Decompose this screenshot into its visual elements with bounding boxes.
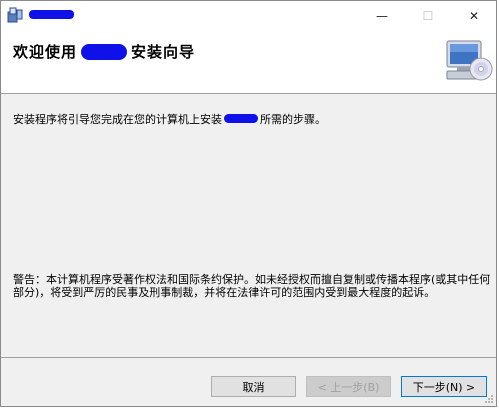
close-icon: ✕ bbox=[468, 9, 480, 23]
intro-prefix: 安装程序将引导您完成在您的计算机上安装 bbox=[13, 113, 222, 126]
product-name-redacted bbox=[81, 44, 128, 60]
title-bar[interactable]: — ☐ ✕ bbox=[1, 1, 496, 31]
wizard-title-prefix: 欢迎使用 bbox=[13, 43, 78, 61]
window-title-redacted bbox=[29, 10, 74, 19]
intro-suffix: 所需的步骤。 bbox=[260, 113, 326, 126]
intro-product-redacted bbox=[224, 114, 258, 123]
copyright-warning: 警告：本计算机程序受著作权法和国际条约保护。如未经授权而擅自复制或传播本程序(或… bbox=[13, 273, 491, 299]
installer-app-icon bbox=[7, 7, 23, 23]
minimize-icon: — bbox=[376, 9, 388, 23]
close-button[interactable]: ✕ bbox=[451, 1, 496, 31]
wizard-title: 欢迎使用 安装向导 bbox=[13, 41, 195, 62]
back-button: < 上一步(B) bbox=[306, 376, 391, 397]
computer-cd-icon bbox=[446, 40, 493, 81]
maximize-button: ☐ bbox=[405, 1, 451, 31]
footer-divider bbox=[1, 357, 496, 358]
intro-text: 安装程序将引导您完成在您的计算机上安装 所需的步骤。 bbox=[13, 111, 326, 127]
resize-grip-icon[interactable] bbox=[484, 394, 494, 404]
wizard-title-suffix: 安装向导 bbox=[131, 43, 196, 61]
maximize-icon: ☐ bbox=[422, 9, 434, 23]
minimize-button[interactable]: — bbox=[359, 1, 405, 31]
wizard-header: 欢迎使用 安装向导 bbox=[1, 31, 496, 94]
cancel-button[interactable]: 取消 bbox=[211, 376, 296, 397]
installer-window: — ☐ ✕ 欢迎使用 安装向导 安装程序将引导您完成在您的计算机上安装 所需的步骤。… bbox=[0, 0, 497, 407]
next-button[interactable]: 下一步(N) > bbox=[401, 376, 487, 397]
